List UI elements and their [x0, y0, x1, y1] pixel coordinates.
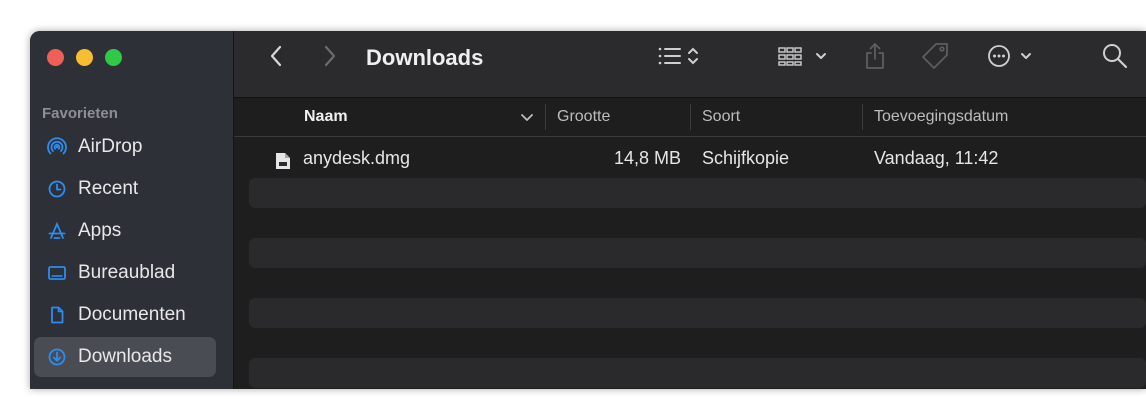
file-list: Naam Grootte Soort Toevoegingsdatum anyd… [234, 98, 1146, 389]
file-size: 14,8 MB [613, 148, 681, 168]
column-header-date-added[interactable]: Toevoegingsdatum [874, 98, 1008, 136]
close-window-button[interactable] [47, 49, 64, 66]
column-divider[interactable] [690, 104, 691, 130]
sidebar-item-label: Bureaublad [78, 262, 176, 283]
finder-window: Favorieten AirDrop Recent Apps Bureaubla… [30, 31, 1146, 389]
sidebar-item-airdrop[interactable]: AirDrop [34, 127, 216, 167]
view-options-button[interactable] [652, 43, 708, 73]
download-circle-icon [46, 346, 68, 368]
empty-row [249, 358, 1146, 388]
sidebar-item-label: Recent [78, 178, 139, 199]
column-header-bar: Naam Grootte Soort Toevoegingsdatum [234, 98, 1146, 137]
sidebar-item-label: AirDrop [78, 136, 143, 157]
group-button[interactable] [775, 43, 833, 73]
desktop-icon [46, 262, 68, 284]
sidebar-item-label: Documenten [78, 304, 186, 325]
apps-icon [46, 220, 68, 242]
disk-image-file-icon [275, 149, 291, 169]
table-row[interactable]: anydesk.dmg 14,8 MB Schijfkopie Vandaag,… [249, 143, 1146, 173]
grid-group-icon [776, 44, 832, 73]
airdrop-icon [46, 136, 68, 158]
forward-button[interactable] [316, 43, 344, 73]
document-icon [46, 304, 68, 326]
column-header-name[interactable]: Naam [304, 98, 348, 136]
sidebar-item-label: Downloads [78, 346, 172, 367]
sort-chevron-icon[interactable] [520, 98, 534, 136]
file-name: anydesk.dmg [303, 148, 411, 168]
list-view-icon [656, 44, 704, 73]
zoom-window-button[interactable] [105, 49, 122, 66]
toolbar: Downloads [234, 31, 1146, 98]
column-header-kind[interactable]: Soort [702, 98, 740, 136]
sidebar-item-bureaublad[interactable]: Bureaublad [34, 253, 216, 293]
share-button[interactable] [860, 41, 890, 75]
window-title: Downloads [366, 45, 484, 70]
search-icon [1101, 42, 1129, 75]
share-icon [863, 41, 887, 76]
empty-row [249, 298, 1146, 328]
ellipsis-circle-icon [985, 43, 1039, 74]
tag-icon [920, 41, 950, 76]
column-divider[interactable] [545, 104, 546, 130]
chevron-left-icon [269, 44, 283, 73]
empty-row [249, 238, 1146, 268]
sidebar-item-apps[interactable]: Apps [34, 211, 216, 251]
sidebar: Favorieten AirDrop Recent Apps Bureaubla… [30, 31, 234, 389]
tag-button[interactable] [918, 42, 952, 74]
column-divider[interactable] [862, 104, 863, 130]
file-date-added: Vandaag, 11:42 [874, 148, 999, 168]
sidebar-item-documenten[interactable]: Documenten [34, 295, 216, 335]
more-actions-button[interactable] [984, 43, 1040, 73]
sidebar-section-label: Favorieten [42, 105, 118, 122]
chevron-right-icon [323, 44, 337, 73]
sidebar-item-recent[interactable]: Recent [34, 169, 216, 209]
minimize-window-button[interactable] [76, 49, 93, 66]
search-button[interactable] [1098, 42, 1132, 74]
sidebar-item-downloads[interactable]: Downloads [34, 337, 216, 377]
empty-row [249, 178, 1146, 208]
clock-icon [46, 178, 68, 200]
back-button[interactable] [262, 43, 290, 73]
column-header-size[interactable]: Grootte [557, 98, 610, 136]
sidebar-item-label: Apps [78, 220, 122, 241]
file-kind: Schijfkopie [702, 148, 790, 168]
